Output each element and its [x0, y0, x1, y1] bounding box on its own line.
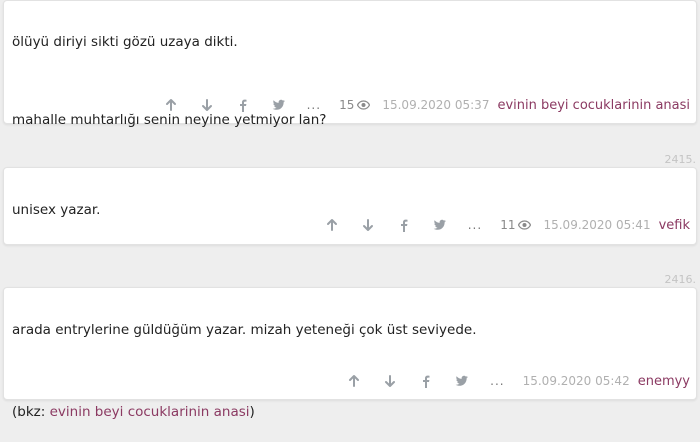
- entry-text-line: ölüyü diriyi sikti gözü uzaya dikti.: [12, 34, 238, 50]
- entry-author[interactable]: enemyy: [638, 374, 690, 389]
- entry-text-line: mahalle muhtarlığı senin neyine yetmiyor…: [12, 112, 327, 128]
- entry-date[interactable]: 15.09.2020 05:41: [543, 218, 650, 232]
- view-count: 15: [339, 98, 371, 112]
- entry-card: unisex yazar. ... 11 15.09.2020 05:41 ve…: [3, 167, 697, 245]
- entry-footer: ... 11 15.09.2020 05:41 vefik: [324, 217, 690, 233]
- entry-author[interactable]: evinin beyi cocuklarinin anasi: [497, 98, 690, 113]
- entry-number[interactable]: 2416.: [665, 273, 697, 286]
- more-options[interactable]: ...: [307, 98, 321, 112]
- twitter-icon[interactable]: [271, 97, 287, 113]
- eye-icon: [518, 220, 532, 230]
- entry-card: ölüyü diriyi sikti gözü uzaya dikti. mah…: [3, 0, 697, 128]
- downvote-icon[interactable]: [199, 97, 215, 113]
- entry-author[interactable]: vefik: [659, 218, 690, 233]
- bkz-line: (bkz: evinin beyi cocuklarinin anasi): [12, 404, 255, 420]
- bkz-link[interactable]: evinin beyi cocuklarinin anasi: [50, 404, 250, 420]
- facebook-icon[interactable]: [396, 217, 412, 233]
- view-count: 11: [500, 218, 532, 232]
- facebook-icon[interactable]: [418, 373, 434, 389]
- eye-icon: [357, 100, 371, 110]
- entry-text-line: unisex yazar.: [12, 202, 101, 218]
- downvote-icon[interactable]: [382, 373, 398, 389]
- entry-card: arada entrylerine güldüğüm yazar. mizah …: [3, 287, 697, 420]
- downvote-icon[interactable]: [360, 217, 376, 233]
- twitter-icon[interactable]: [432, 217, 448, 233]
- upvote-icon[interactable]: [163, 97, 179, 113]
- entry-date[interactable]: 15.09.2020 05:37: [382, 98, 489, 112]
- upvote-icon[interactable]: [346, 373, 362, 389]
- entry-footer: ... 15.09.2020 05:42 enemyy: [346, 373, 690, 389]
- entry-number[interactable]: 2415.: [665, 153, 697, 166]
- entry-text-line: arada entrylerine güldüğüm yazar. mizah …: [12, 322, 477, 338]
- entry-date[interactable]: 15.09.2020 05:42: [523, 374, 630, 388]
- entry-footer: ... 15 15.09.2020 05:37 evinin beyi cocu…: [163, 97, 690, 113]
- facebook-icon[interactable]: [235, 97, 251, 113]
- upvote-icon[interactable]: [324, 217, 340, 233]
- more-options[interactable]: ...: [468, 218, 482, 232]
- more-options[interactable]: ...: [490, 374, 504, 388]
- twitter-icon[interactable]: [454, 373, 470, 389]
